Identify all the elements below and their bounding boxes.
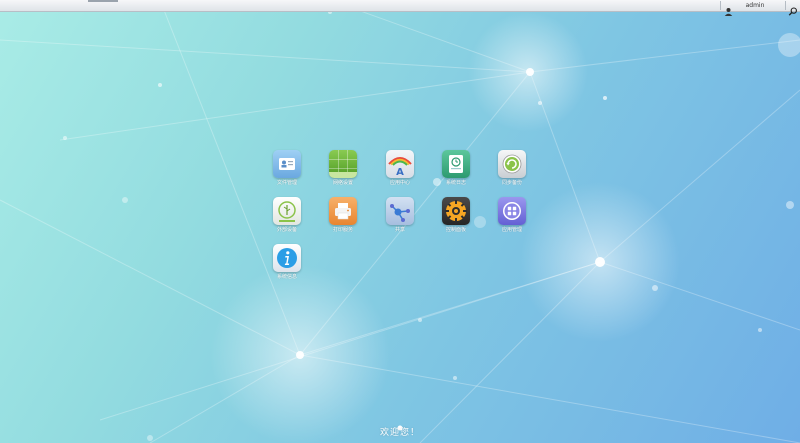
app-label: 外部设备 bbox=[276, 227, 297, 233]
app-app-manager[interactable]: 应用管理 bbox=[492, 197, 532, 234]
app-usb-device[interactable]: 外部设备 bbox=[267, 197, 307, 234]
rainbow-a-icon: A bbox=[386, 150, 414, 178]
app-label: 共享 bbox=[394, 227, 405, 233]
app-label: 应用管理 bbox=[501, 227, 522, 233]
gear-icon bbox=[442, 197, 470, 225]
app-control-panel[interactable]: 控制面板 bbox=[436, 197, 476, 234]
desktop: admin 文件管理 网络设置 A 应用中心 系统日志 同步备份 外部设备 打印… bbox=[0, 0, 800, 443]
app-store[interactable]: A 应用中心 bbox=[380, 150, 420, 187]
info-icon bbox=[273, 244, 301, 272]
clock-book-icon bbox=[442, 150, 470, 178]
divider bbox=[785, 1, 786, 10]
app-printer[interactable]: 打印服务 bbox=[323, 197, 363, 234]
app-label: 应用中心 bbox=[389, 180, 410, 186]
app-label: 文件管理 bbox=[276, 180, 297, 186]
svg-text:A: A bbox=[396, 167, 404, 178]
top-bar: admin bbox=[0, 0, 800, 16]
app-share[interactable]: 共享 bbox=[380, 197, 420, 234]
app-system-log[interactable]: 系统日志 bbox=[436, 150, 476, 187]
page-indicator-dot[interactable] bbox=[396, 417, 404, 431]
active-tab-marker bbox=[88, 0, 118, 2]
welcome-message: 欢迎您！ bbox=[379, 428, 420, 438]
usb-icon bbox=[273, 197, 301, 225]
app-file-manager[interactable]: 文件管理 bbox=[267, 150, 307, 187]
app-system-info[interactable]: 系统信息 bbox=[267, 244, 307, 281]
share-node-icon bbox=[386, 197, 414, 225]
app-label: 网络设置 bbox=[332, 180, 353, 186]
grid-icon bbox=[329, 150, 357, 178]
app-label: 系统信息 bbox=[276, 274, 297, 280]
app-label: 打印服务 bbox=[332, 227, 353, 233]
user-icon[interactable] bbox=[724, 1, 733, 16]
id-card-icon bbox=[273, 150, 301, 178]
app-label: 同步备份 bbox=[501, 180, 522, 186]
app-sync-backup[interactable]: 同步备份 bbox=[492, 150, 532, 187]
printer-icon bbox=[329, 197, 357, 225]
app-network-settings[interactable]: 网络设置 bbox=[323, 150, 363, 187]
divider bbox=[720, 1, 721, 10]
search-icon[interactable] bbox=[788, 1, 798, 16]
app-label: 控制面板 bbox=[445, 227, 466, 233]
apps-circle-icon bbox=[498, 197, 526, 225]
app-label: 系统日志 bbox=[445, 180, 466, 186]
username-label[interactable]: admin bbox=[735, 1, 775, 10]
sync-icon bbox=[498, 150, 526, 178]
